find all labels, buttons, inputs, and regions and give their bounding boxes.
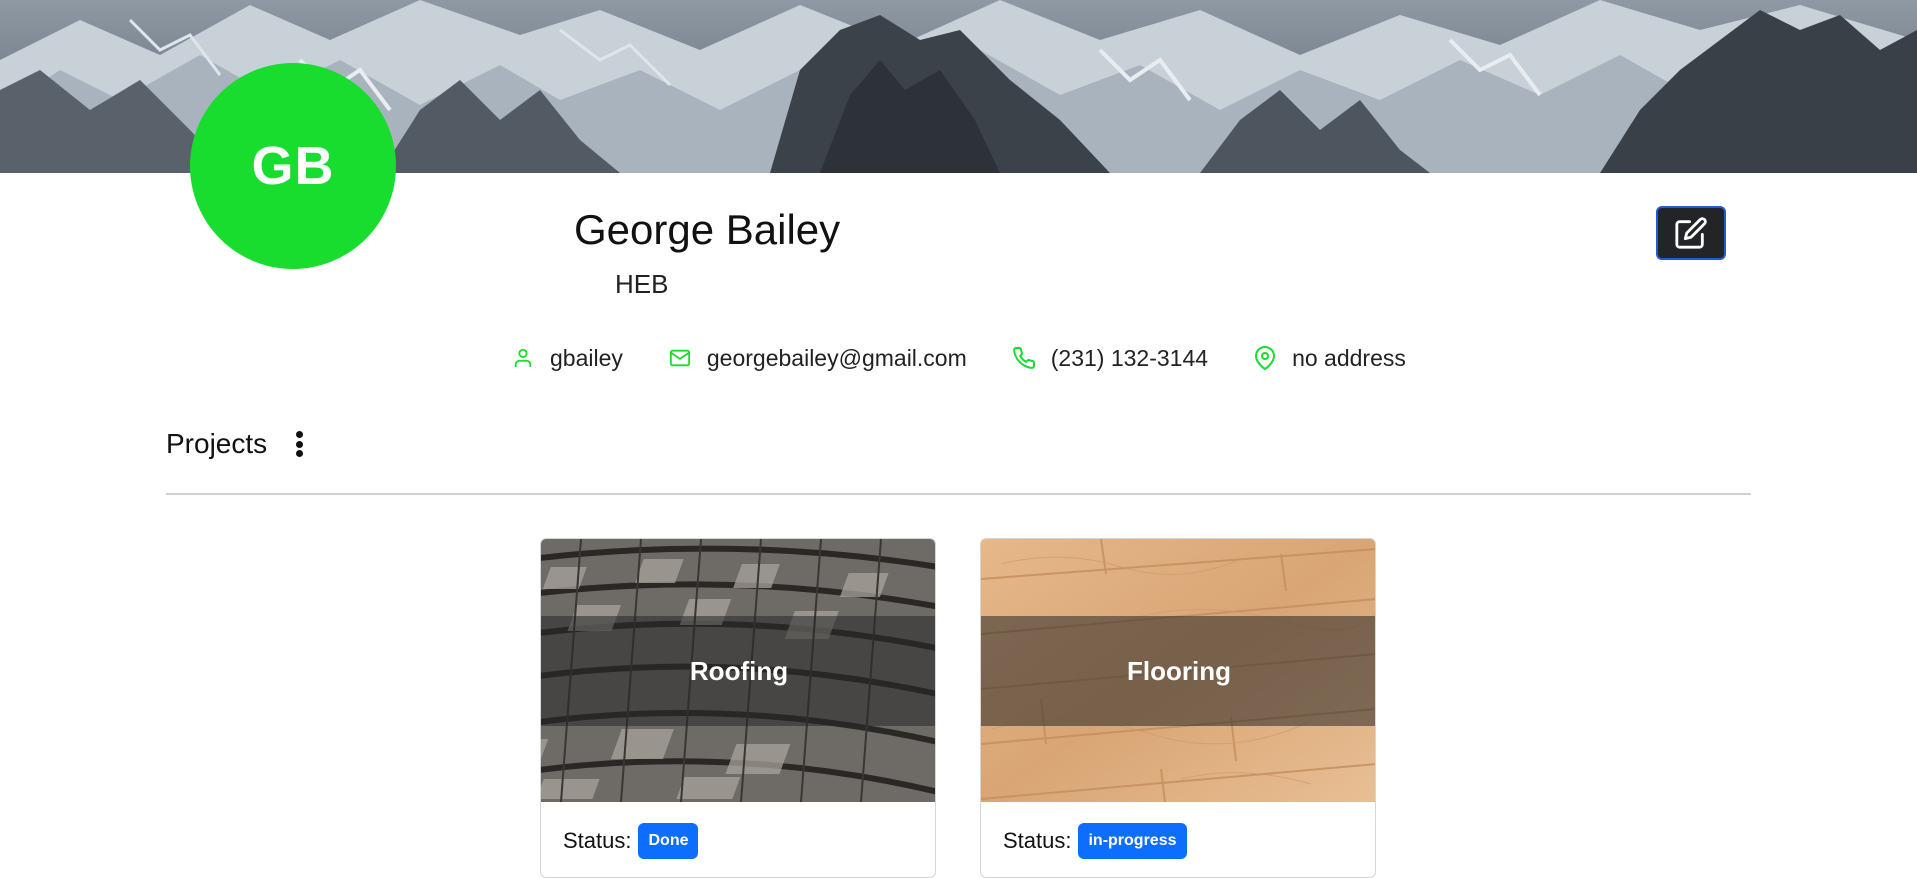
contact-username: gbailey [510, 345, 623, 372]
project-card-flooring[interactable]: Flooring Status: in-progress [980, 538, 1376, 878]
kebab-menu-icon[interactable] [289, 426, 309, 462]
email-text[interactable]: georgebailey@gmail.com [707, 345, 967, 372]
project-image-roofing: Roofing [541, 539, 935, 802]
status-badge: in-progress [1078, 823, 1187, 859]
phone-icon [1011, 345, 1037, 371]
status-label: Status: [563, 828, 632, 853]
project-title: Flooring [1127, 655, 1231, 686]
contact-email[interactable]: georgebailey@gmail.com [667, 345, 967, 372]
contact-address: no address [1252, 345, 1406, 372]
edit-icon [1675, 217, 1707, 249]
projects-header: Projects [166, 424, 309, 464]
status-label: Status: [1003, 828, 1072, 853]
card-title-overlay: Roofing [541, 616, 935, 726]
profile-name: George Bailey [574, 206, 841, 253]
project-status: Status: in-progress [1003, 823, 1187, 859]
mail-icon [667, 345, 693, 371]
kebab-dot [295, 450, 303, 457]
phone-text[interactable]: (231) 132-3144 [1051, 345, 1208, 372]
edit-profile-button[interactable] [1656, 206, 1726, 260]
contact-info: gbailey georgebailey@gmail.com (231) 132… [510, 340, 1450, 376]
avatar-initials: GB [251, 136, 335, 196]
project-title: Roofing [689, 655, 789, 686]
profile-company: HEB [615, 269, 669, 299]
section-divider [166, 493, 1751, 495]
projects-title: Projects [166, 428, 268, 459]
project-status: Status: Done [563, 823, 699, 859]
username-text: gbailey [550, 344, 623, 371]
status-badge: Done [638, 823, 699, 859]
avatar: GB [190, 63, 396, 269]
project-image-flooring: Flooring [981, 539, 1375, 802]
kebab-dot [295, 431, 303, 438]
kebab-dot [295, 440, 303, 448]
contact-phone[interactable]: (231) 132-3144 [1011, 345, 1208, 372]
card-title-overlay: Flooring [981, 616, 1375, 726]
map-pin-icon [1252, 345, 1278, 371]
address-text: no address [1292, 344, 1406, 371]
project-card-roofing[interactable]: Roofing Status: Done [540, 538, 936, 878]
user-icon [510, 345, 536, 371]
